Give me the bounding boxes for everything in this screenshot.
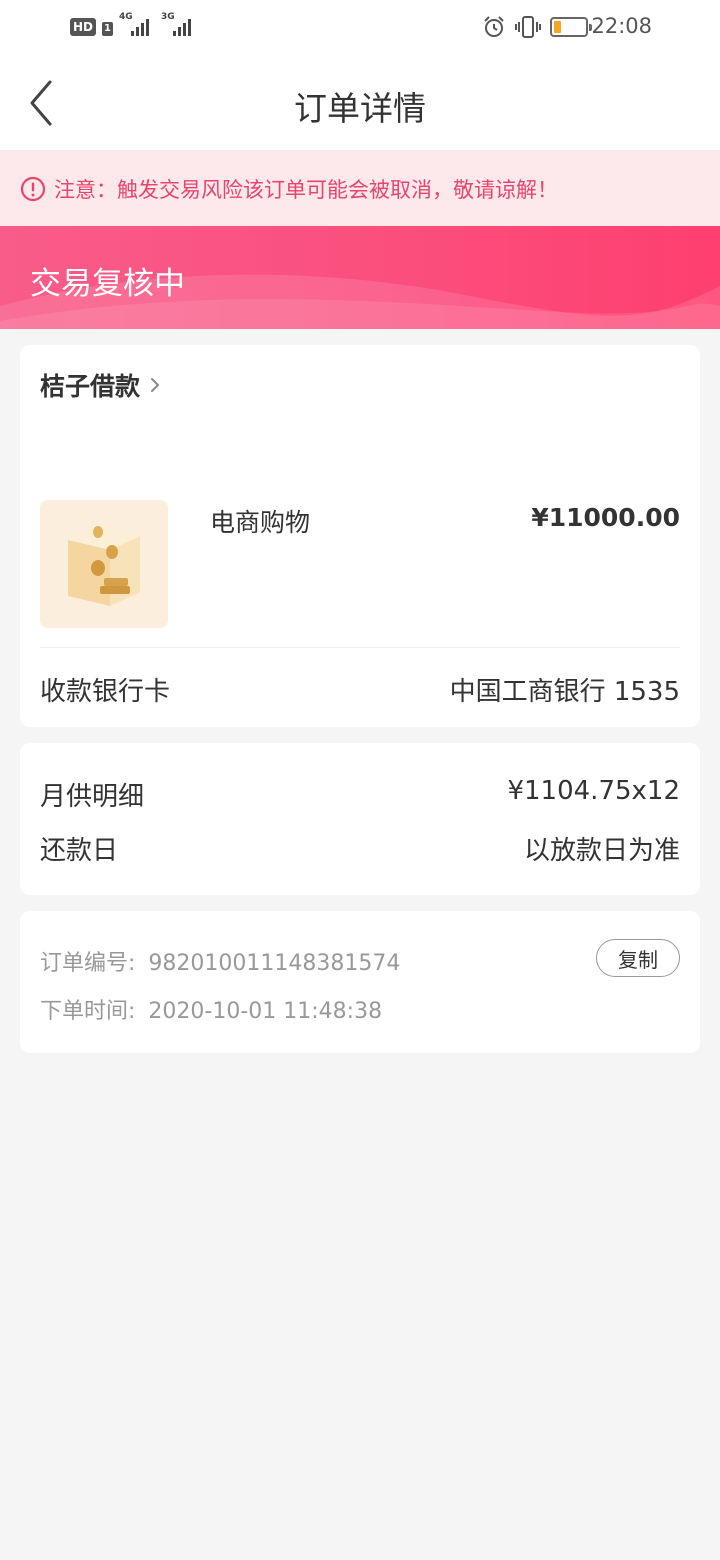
due-date-value: 以放款日为准 [523,836,680,866]
status-bar: HD 1 4G 3G 22:08 [0,0,720,56]
merchant-name: 桔子借款 [40,372,141,401]
page-title: 订单详情 [294,89,426,128]
order-card: 桔子借款 电商购物 ¥11000.00 收款银行卡 中国工商银行 1535 [20,345,700,727]
order-time-row: 下单时间: 2020-10-01 11:48:38 [40,993,382,1025]
clock: 22:08 [591,14,652,38]
order-number: 982010011148381574 [148,951,401,976]
battery-icon [550,17,592,37]
order-number-row: 订单编号: 982010011148381574 [40,945,400,977]
order-status: 交易复核中 [30,266,185,302]
copy-button[interactable]: 复制 [596,939,680,977]
merchant-link[interactable]: 桔子借款 [40,367,162,403]
vibrate-icon [515,16,541,38]
signal-4g-icon: 4G [119,12,155,36]
product-price: ¥11000.00 [531,503,680,532]
due-date-label: 还款日 [40,836,119,866]
status-icons [482,15,592,39]
divider [40,647,680,648]
notice-text: 注意：触发交易风险该订单可能会被取消，敬请谅解！ [54,177,558,202]
battery-fill [554,21,561,33]
status-banner: 交易复核中 [0,226,720,329]
coin-box-icon [40,500,168,628]
bank-card-label: 收款银行卡 [40,677,171,707]
monthly-label: 月供明细 [40,782,145,812]
sim-badge: 1 [102,22,113,36]
product-image [40,500,168,628]
status-left: HD 1 4G 3G [70,12,197,36]
nav-bar: 订单详情 [0,56,720,151]
order-meta-card: 订单编号: 982010011148381574 复制 下单时间: 2020-1… [20,911,700,1053]
hd-badge: HD [70,18,97,36]
signal-3g-icon: 3G [161,12,197,36]
repayment-card: 月供明细 ¥1104.75x12 还款日 以放款日为准 [20,743,700,895]
product-name: 电商购物 [210,508,311,537]
bank-card-value: 中国工商银行 1535 [449,677,680,707]
chevron-right-icon [151,378,160,392]
alert-circle-icon [20,176,46,201]
alarm-icon [484,16,504,37]
order-time-label: 下单时间: [40,999,136,1024]
order-number-label: 订单编号: [40,951,136,976]
monthly-value: ¥1104.75x12 [507,776,680,806]
risk-notice: 注意：触发交易风险该订单可能会被取消，敬请谅解！ [0,151,720,226]
order-time: 2020-10-01 11:48:38 [148,999,383,1024]
